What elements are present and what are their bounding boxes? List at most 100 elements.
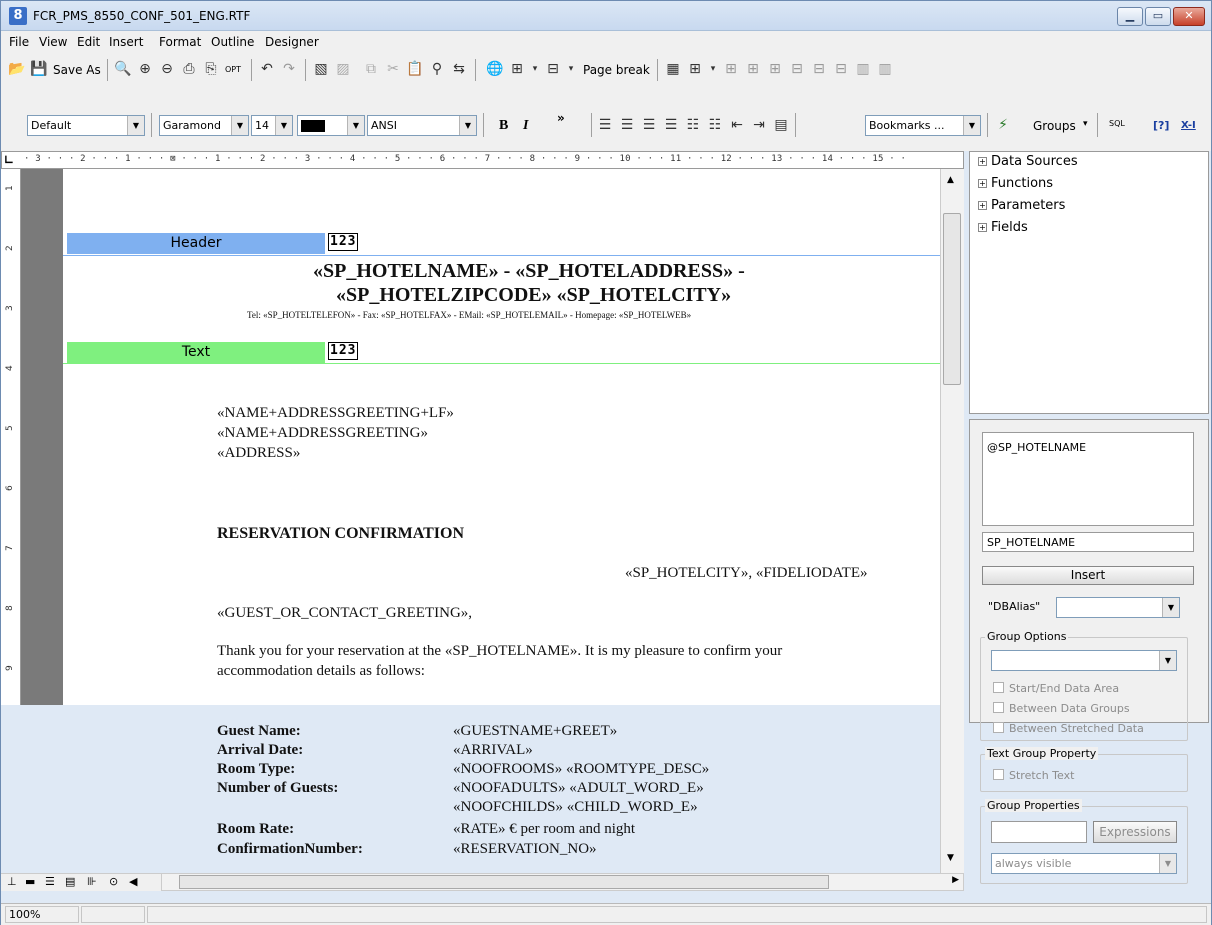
expression-box[interactable]: @SP_HOTELNAME	[982, 432, 1194, 526]
xl-button[interactable]: X-I	[1181, 117, 1196, 135]
paragraph-icon[interactable]: ▤	[771, 116, 791, 134]
edit-icon[interactable]: ▧	[311, 60, 331, 78]
numbered-list-icon[interactable]: ☷	[705, 116, 725, 134]
align-right-icon[interactable]: ☰	[639, 116, 659, 134]
options-icon[interactable]: OPT	[225, 61, 241, 79]
scroll-right-icon[interactable]: ▶	[952, 875, 959, 885]
table-delete-icon[interactable]: ⊟	[831, 60, 851, 78]
tree-item-functions[interactable]: + Functions	[978, 176, 1053, 191]
menu-format[interactable]: Format	[159, 35, 201, 49]
menu-designer[interactable]: Designer	[265, 35, 319, 49]
page-break-button[interactable]: Page break	[583, 61, 650, 79]
menu-view[interactable]: View	[39, 35, 67, 49]
text-band-levels[interactable]: 123	[328, 342, 359, 360]
outline-view-icon[interactable]: ☰	[45, 875, 55, 888]
table-col-icon[interactable]: ⊞	[743, 60, 763, 78]
groups-icon[interactable]: ⚡	[993, 116, 1013, 134]
visibility-select[interactable]: always visible ▼	[991, 853, 1177, 874]
color-select[interactable]: ▼	[297, 115, 365, 136]
menu-edit[interactable]: Edit	[77, 35, 100, 49]
font-size-select[interactable]: 14 ▼	[251, 115, 293, 136]
style-select[interactable]: Default ▼	[27, 115, 145, 136]
justify-icon[interactable]: ☰	[661, 116, 681, 134]
field-name-input[interactable]: SP_HOTELNAME	[982, 532, 1194, 552]
save-icon[interactable]: 💾	[29, 60, 49, 78]
copy-icon[interactable]: ⧉	[361, 60, 381, 78]
chevron-down-icon[interactable]: ▾	[703, 60, 723, 78]
horizontal-scrollbar[interactable]: ▶	[161, 873, 964, 891]
table-borders-icon[interactable]: ▥	[875, 60, 895, 78]
table-props-icon[interactable]: ▥	[853, 60, 873, 78]
table-split-icon[interactable]: ⊟	[809, 60, 829, 78]
chevron-down-icon[interactable]: ▾	[561, 60, 581, 78]
help-button[interactable]: [?]	[1153, 117, 1169, 135]
table-insert-icon[interactable]: ⊞	[721, 60, 741, 78]
scroll-down-icon[interactable]: ▼	[947, 853, 954, 863]
increase-indent-icon[interactable]: ⇥	[749, 116, 769, 134]
align-left-icon[interactable]: ☰	[595, 116, 615, 134]
scroll-thumb[interactable]	[179, 875, 829, 889]
header-band-levels[interactable]: 123	[328, 233, 359, 251]
text-band[interactable]: Text	[67, 342, 325, 363]
tree-item-fields[interactable]: + Fields	[978, 220, 1028, 235]
groups-button[interactable]: Groups	[1033, 117, 1076, 135]
paste-icon[interactable]: 📋	[405, 60, 425, 78]
table-row-icon[interactable]: ⊞	[765, 60, 785, 78]
italic-button[interactable]: I	[523, 117, 528, 135]
bold-button[interactable]: B	[499, 117, 508, 135]
expand-icon[interactable]: +	[978, 223, 987, 232]
print-setup-icon[interactable]: ⎘	[201, 60, 221, 78]
start-end-checkbox[interactable]: Start/End Data Area	[993, 682, 1119, 695]
between-groups-checkbox[interactable]: Between Data Groups	[993, 702, 1130, 715]
group-property-input[interactable]	[991, 821, 1087, 843]
decrease-indent-icon[interactable]: ⇤	[727, 116, 747, 134]
cut-icon[interactable]: ✂	[383, 60, 403, 78]
expand-icon[interactable]: +	[978, 201, 987, 210]
expand-icon[interactable]: +	[978, 179, 987, 188]
insert-object-icon[interactable]: ⊞	[507, 60, 527, 78]
zoom-out-icon[interactable]: ⊖	[157, 60, 177, 78]
field-view-icon[interactable]: ⊙	[109, 875, 118, 888]
sql-button[interactable]: SQL	[1109, 115, 1125, 133]
close-button[interactable]: ✕	[1173, 7, 1205, 26]
expand-icon[interactable]: +	[978, 157, 987, 166]
redo-icon[interactable]: ↷	[279, 60, 299, 78]
split-view-icon[interactable]: ⊪	[87, 875, 97, 888]
web-icon[interactable]: 🌐	[485, 60, 505, 78]
edit-disabled-icon[interactable]: ▨	[333, 60, 353, 78]
page-view-icon[interactable]: ▤	[65, 875, 75, 888]
scroll-left-icon[interactable]: ◀	[129, 875, 137, 888]
charset-select[interactable]: ANSI ▼	[367, 115, 477, 136]
tree-item-parameters[interactable]: + Parameters	[978, 198, 1065, 213]
scroll-thumb[interactable]	[943, 213, 961, 385]
tab-stop-icon[interactable]: ∟	[4, 153, 14, 167]
header-band[interactable]: Header	[67, 233, 325, 254]
menu-outline[interactable]: Outline	[211, 35, 254, 49]
overflow-chevron-icon[interactable]: »	[557, 109, 565, 127]
minimize-button[interactable]: ▁	[1117, 7, 1143, 26]
table-merge-icon[interactable]: ⊟	[787, 60, 807, 78]
maximize-button[interactable]: ▭	[1145, 7, 1171, 26]
expressions-button[interactable]: Expressions	[1093, 821, 1177, 843]
replace-icon[interactable]: ⇆	[449, 60, 469, 78]
align-center-icon[interactable]: ☰	[617, 116, 637, 134]
tree-item-data-sources[interactable]: + Data Sources	[978, 154, 1078, 169]
print-preview-icon[interactable]: 🔍	[113, 60, 133, 78]
menu-file[interactable]: File	[9, 35, 29, 49]
group-options-select[interactable]: ▼	[991, 650, 1177, 671]
between-stretched-checkbox[interactable]: Between Stretched Data	[993, 722, 1144, 735]
table-icon[interactable]: ▦	[663, 60, 683, 78]
insert-field-icon[interactable]: ⊟	[543, 60, 563, 78]
bullet-list-icon[interactable]: ☷	[683, 116, 703, 134]
bookmarks-select[interactable]: Bookmarks ... ▼	[865, 115, 981, 136]
open-folder-icon[interactable]: 📂	[7, 60, 27, 78]
find-icon[interactable]: ⚲	[427, 60, 447, 78]
insert-button[interactable]: Insert	[982, 566, 1194, 585]
zoom-in-icon[interactable]: ⊕	[135, 60, 155, 78]
table-grid-icon[interactable]: ⊞	[685, 60, 705, 78]
horizontal-ruler[interactable]: ∟ · 3 · · · 2 · · · 1 · · · ⊠ · · · 1 · …	[1, 151, 964, 169]
normal-view-icon[interactable]: ▬	[25, 875, 35, 888]
vertical-scrollbar[interactable]: ▲ ▼	[940, 169, 964, 873]
dbalias-select[interactable]: ▼	[1056, 597, 1180, 618]
chevron-down-icon[interactable]: ▾	[525, 60, 545, 78]
